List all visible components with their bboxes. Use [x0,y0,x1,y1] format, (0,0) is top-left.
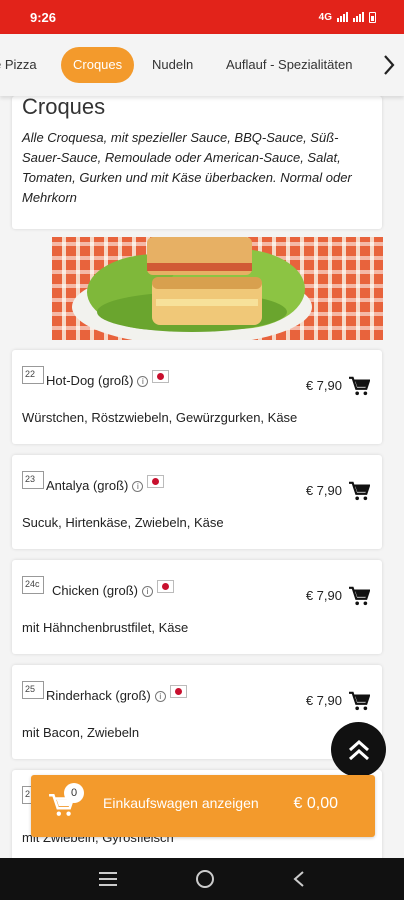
home-circle-icon[interactable] [195,869,215,889]
product-name-row: Rinderhack (groß) i [46,685,187,703]
back-icon[interactable] [292,870,306,888]
product-number: 25 [22,681,44,699]
product-number: 24c [22,576,44,594]
tabs-next-button[interactable] [374,34,404,96]
product-price: € 7,90 [305,588,342,603]
info-icon[interactable]: i [137,376,149,388]
product-card[interactable]: 24c Chicken (groß) i € 7,90 mit Hähnchenb… [12,560,382,654]
add-to-cart-icon[interactable] [348,586,370,606]
category-header-card: Croques Alle Croquesa, mit spezieller Sa… [12,96,382,229]
product-name: Hot-Dog (groß) [46,373,134,388]
tab-auflauf[interactable]: Auflauf - Spezialitäten [226,47,352,83]
network-label: 4G [318,11,332,23]
signal-icon-2 [353,12,364,22]
product-card[interactable]: 22 Hot-Dog (groß) i € 7,90 Würstchen, Rös… [12,350,382,444]
product-description: mit Bacon, Zwiebeln [22,725,140,740]
croque-image [72,237,312,340]
cart-label: Einkaufswagen anzeigen [103,795,259,811]
product-name: Rinderhack (groß) [46,688,151,703]
tab-croques[interactable]: Croques [61,47,135,83]
menu-icon[interactable] [98,871,118,887]
product-name: Chicken (groß) [52,583,138,598]
product-card[interactable]: 23 Antalya (groß) i € 7,90 Sucuk, Hirtenk… [12,455,382,549]
battery-icon [369,11,376,23]
double-chevron-up-icon [348,739,369,760]
flag-icon [152,370,170,383]
chevron-right-icon [384,55,395,75]
status-bar: 9:26 4G [0,0,404,34]
tab-pizza[interactable]: e Pizza [0,47,37,83]
scroll-to-top-button[interactable] [331,722,386,777]
info-icon[interactable]: i [154,691,166,703]
product-description: Würstchen, Röstzwiebeln, Gewürzgurken, K… [22,410,298,425]
signal-icon [337,12,348,22]
category-banner-image [52,237,383,340]
product-name-row: Antalya (groß) i [46,475,165,493]
info-icon[interactable]: i [141,586,153,598]
add-to-cart-icon[interactable] [348,481,370,501]
product-name-row: Hot-Dog (groß) i [46,370,170,388]
product-name-row: Chicken (groß) i [52,580,174,598]
flag-icon [147,475,165,488]
show-cart-button[interactable]: 0 Einkaufswagen anzeigen € 0,00 [31,775,375,837]
category-title: Croques [22,96,106,119]
system-nav-bar [0,858,404,900]
add-to-cart-icon[interactable] [348,376,370,396]
add-to-cart-icon[interactable] [348,691,370,711]
status-icons: 4G [318,11,376,23]
product-number: 22 [22,366,44,384]
flag-icon [156,580,174,593]
product-number: 23 [22,471,44,489]
product-price: € 7,90 [305,693,342,708]
product-price: € 7,90 [305,483,342,498]
status-time: 9:26 [30,9,57,25]
category-description: Alle Croquesa, mit spezieller Sauce, BBQ… [22,130,352,205]
product-description: Sucuk, Hirtenkäse, Zwiebeln, Käse [22,515,224,530]
product-name: Antalya (groß) [46,478,129,493]
info-icon[interactable]: i [132,481,144,493]
product-card[interactable]: 25 Rinderhack (groß) i € 7,90 mit Bacon, … [12,665,382,759]
cart-total: € 0,00 [293,795,338,812]
product-description: mit Hähnchenbrustfilet, Käse [22,620,189,635]
flag-icon [169,685,187,698]
product-price: € 7,90 [305,378,342,393]
cart-count-badge: 0 [64,783,84,803]
tab-nudeln[interactable]: Nudeln [152,47,193,83]
category-tabs: e Pizza Croques Nudeln Auflauf - Spezial… [0,34,404,96]
